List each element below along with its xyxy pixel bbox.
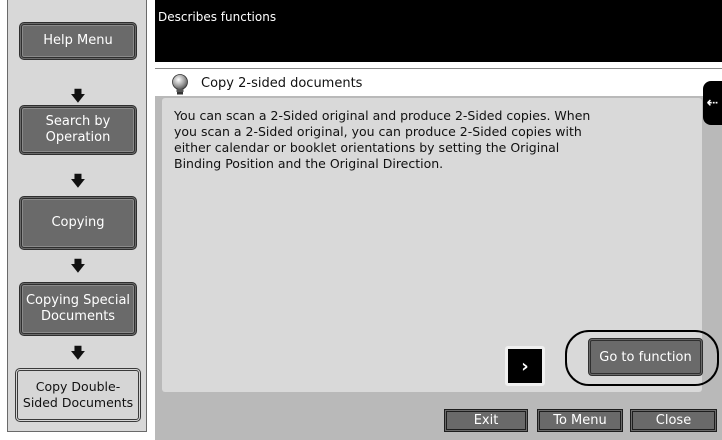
topic-title: Copy 2-sided documents <box>201 76 363 91</box>
down-arrow-icon: 🡇 <box>70 87 86 105</box>
down-arrow-icon: 🡇 <box>70 344 86 362</box>
lightbulb-icon <box>172 74 188 95</box>
go-to-function-button[interactable]: Go to function <box>588 338 703 376</box>
exit-button[interactable]: Exit <box>444 409 528 432</box>
description-text: You can scan a 2-Sided original and prod… <box>174 108 591 171</box>
nav-copying-special-documents-button[interactable]: Copying Special Documents <box>19 282 137 336</box>
nav-help-menu-button[interactable]: Help Menu <box>19 22 137 60</box>
chevron-right-icon: › <box>521 355 529 377</box>
down-arrow-icon: 🡇 <box>70 257 86 275</box>
help-content-panel: Copy 2-sided documents You can scan a 2-… <box>155 68 722 440</box>
nav-copying-button[interactable]: Copying <box>19 196 137 250</box>
header-title: Describes functions <box>158 10 277 24</box>
next-page-button[interactable]: › <box>505 346 545 386</box>
help-navigation-sidebar: Help Menu 🡇 Search by Operation 🡇 Copyin… <box>7 0 147 432</box>
topic-title-bar: Copy 2-sided documents <box>155 68 722 96</box>
down-arrow-icon: 🡇 <box>70 172 86 190</box>
nav-copy-double-sided-documents-button[interactable]: Copy Double- Sided Documents <box>15 368 141 422</box>
side-panel-tab[interactable]: ⇠ <box>703 81 722 125</box>
close-button[interactable]: Close <box>630 409 717 432</box>
nav-search-by-operation-button[interactable]: Search by Operation <box>19 105 137 155</box>
arrow-left-icon: ⇠ <box>706 95 719 111</box>
to-menu-button[interactable]: To Menu <box>537 409 623 432</box>
header-bar: Describes functions <box>155 0 722 62</box>
